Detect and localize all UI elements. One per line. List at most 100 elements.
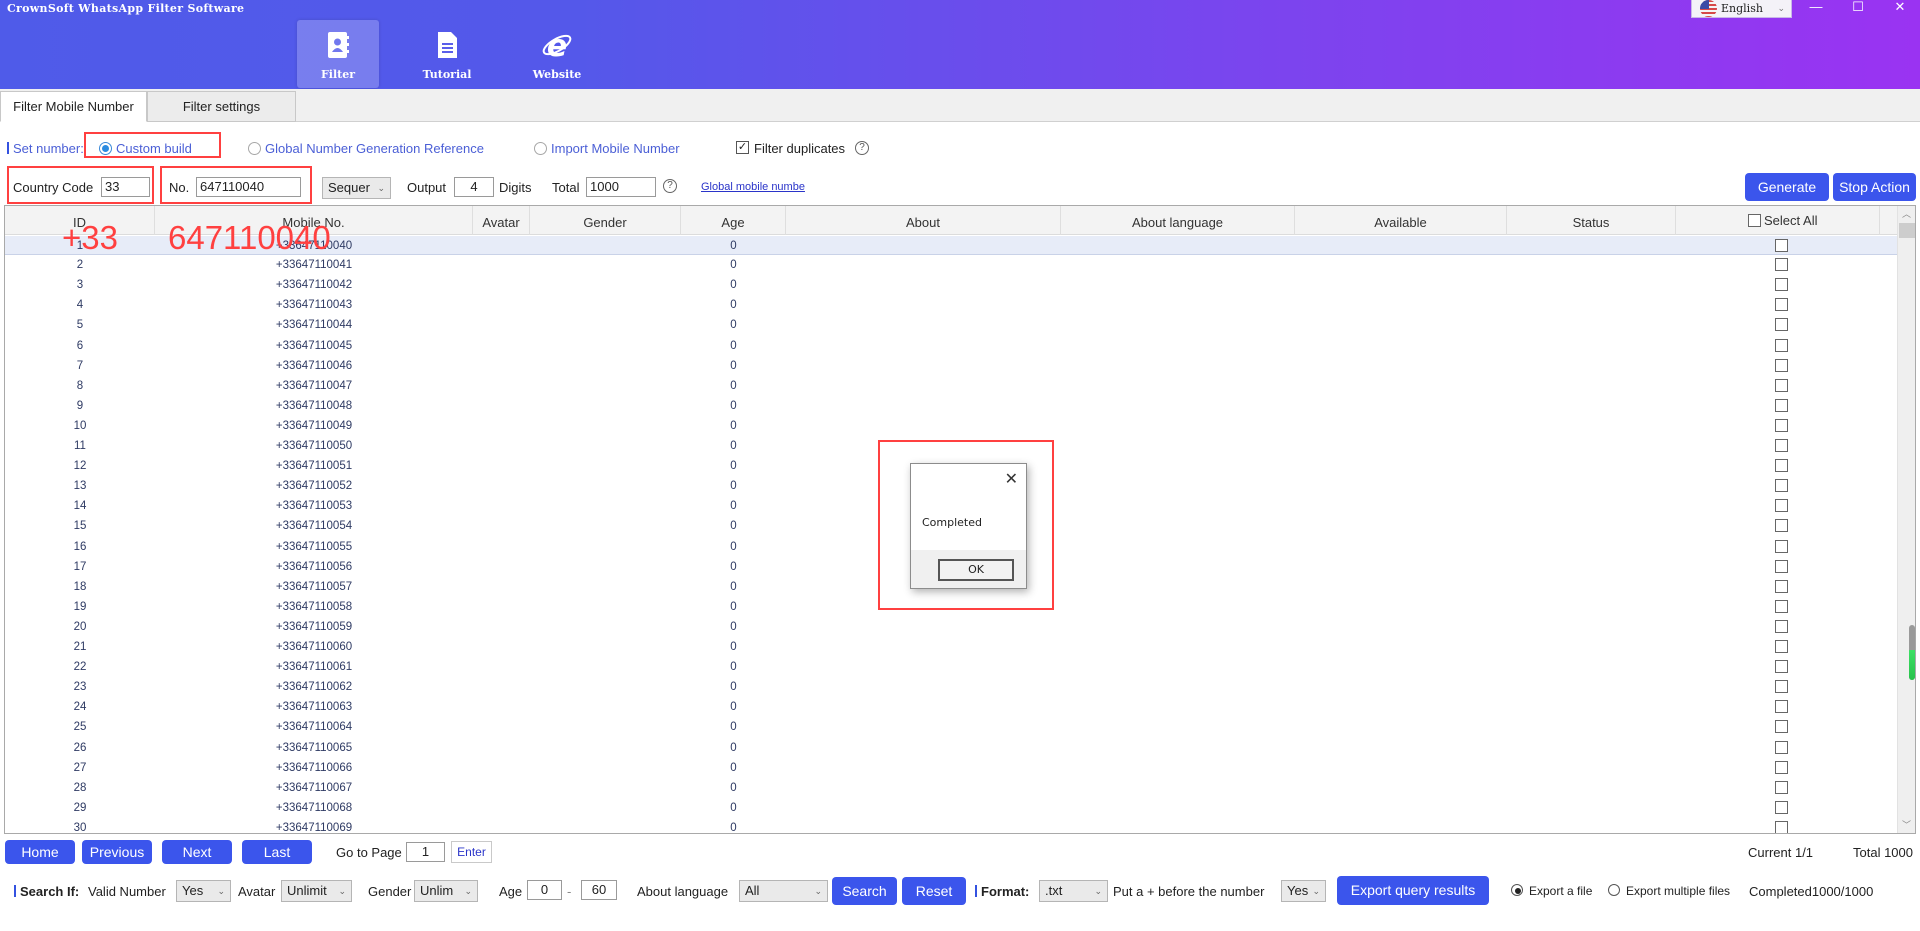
search-button[interactable]: Search — [832, 877, 897, 905]
filter-duplicates-checkbox[interactable]: ✓ — [736, 141, 749, 154]
next-button[interactable]: Next — [162, 840, 232, 864]
avatar-filter-select[interactable]: Unlimit ⌄ — [281, 880, 352, 902]
table-row[interactable]: 11 +33647110050 0 — [5, 436, 1898, 456]
radio-import-mobile-label[interactable]: Import Mobile Number — [551, 141, 680, 156]
language-select[interactable]: English ⌄ — [1691, 0, 1792, 18]
row-select-checkbox[interactable] — [1775, 599, 1788, 613]
table-row[interactable]: 20 +33647110059 0 — [5, 617, 1898, 637]
table-row[interactable]: 1 +33647110040 0 — [5, 236, 1898, 255]
row-select-checkbox[interactable] — [1775, 579, 1788, 593]
age-max-input[interactable]: 60 — [581, 880, 617, 900]
tab-filter-settings[interactable]: Filter settings — [147, 91, 296, 122]
help-icon[interactable]: ? — [855, 141, 869, 155]
country-code-input[interactable]: 33 — [101, 177, 150, 197]
row-select-checkbox[interactable] — [1775, 559, 1788, 573]
table-row[interactable]: 9 +33647110048 0 — [5, 396, 1898, 416]
export-multiple-files-label[interactable]: Export multiple files — [1626, 884, 1730, 898]
help-icon[interactable]: ? — [663, 179, 677, 193]
mode-select[interactable]: Sequer ⌄ — [322, 177, 391, 199]
plus-prefix-select[interactable]: Yes ⌄ — [1281, 880, 1326, 902]
maximize-button[interactable]: ☐ — [1837, 0, 1879, 16]
row-select-checkbox[interactable] — [1775, 358, 1788, 372]
row-select-checkbox[interactable] — [1775, 700, 1788, 714]
row-select-checkbox[interactable] — [1775, 398, 1788, 412]
row-select-checkbox[interactable] — [1775, 619, 1788, 633]
table-row[interactable]: 26 +33647110065 0 — [5, 738, 1898, 758]
table-row[interactable]: 22 +33647110061 0 — [5, 657, 1898, 677]
row-select-checkbox[interactable] — [1775, 660, 1788, 674]
row-select-checkbox[interactable] — [1775, 378, 1788, 392]
row-select-checkbox[interactable] — [1775, 640, 1788, 653]
table-row[interactable]: 8 +33647110047 0 — [5, 376, 1898, 396]
column-select-all[interactable]: Select All — [1676, 206, 1880, 235]
row-select-checkbox[interactable] — [1775, 298, 1788, 312]
row-select-checkbox[interactable] — [1775, 800, 1788, 814]
row-select-checkbox[interactable] — [1775, 499, 1788, 513]
about-language-select[interactable]: All ⌄ — [739, 880, 828, 902]
column-about-language[interactable]: About language — [1061, 206, 1295, 235]
column-status[interactable]: Status — [1507, 206, 1676, 235]
scrollbar-thumb[interactable] — [1899, 223, 1915, 238]
format-select[interactable]: .txt ⌄ — [1039, 880, 1108, 902]
radio-import-mobile[interactable] — [534, 142, 547, 155]
row-select-checkbox[interactable] — [1775, 338, 1788, 352]
table-row[interactable]: 29 +33647110068 0 — [5, 798, 1898, 818]
home-button[interactable]: Home — [5, 840, 75, 864]
row-select-checkbox[interactable] — [1775, 539, 1788, 553]
table-row[interactable]: 4 +33647110043 0 — [5, 295, 1898, 315]
row-select-checkbox[interactable] — [1775, 519, 1788, 533]
table-row[interactable]: 7 +33647110046 0 — [5, 356, 1898, 376]
table-row[interactable]: 3 +33647110042 0 — [5, 275, 1898, 295]
total-input[interactable]: 1000 — [586, 177, 656, 197]
tab-filter-mobile-number[interactable]: Filter Mobile Number — [0, 91, 147, 122]
row-select-checkbox[interactable] — [1775, 439, 1788, 452]
dialog-ok-button[interactable]: OK — [938, 559, 1014, 581]
column-id[interactable]: ID — [5, 206, 155, 235]
number-input[interactable]: 647110040 — [196, 177, 301, 197]
scroll-up-arrow-icon[interactable]: ︿ — [1898, 207, 1915, 221]
column-gender[interactable]: Gender — [530, 206, 681, 235]
nav-tutorial[interactable]: Tutorial — [406, 20, 488, 88]
table-row[interactable]: 19 +33647110058 0 — [5, 597, 1898, 617]
column-about[interactable]: About — [786, 206, 1061, 235]
row-select-checkbox[interactable] — [1775, 720, 1788, 734]
valid-number-select[interactable]: Yes ⌄ — [176, 880, 231, 902]
row-select-checkbox[interactable] — [1775, 418, 1788, 432]
nav-filter[interactable]: Filter — [297, 20, 379, 88]
row-select-checkbox[interactable] — [1775, 318, 1788, 332]
radio-custom-build[interactable] — [99, 142, 112, 155]
minimize-button[interactable]: — — [1795, 0, 1837, 16]
close-window-button[interactable]: ✕ — [1879, 0, 1920, 16]
enter-page-button[interactable]: Enter — [451, 841, 492, 863]
table-row[interactable]: 23 +33647110062 0 — [5, 677, 1898, 697]
nav-website[interactable]: e Website — [516, 20, 598, 88]
select-all-checkbox[interactable] — [1748, 214, 1761, 227]
table-row[interactable]: 30 +33647110069 0 — [5, 818, 1898, 833]
table-row[interactable]: 10 +33647110049 0 — [5, 416, 1898, 436]
radio-global-reference[interactable] — [248, 142, 261, 155]
table-row[interactable]: 24 +33647110063 0 — [5, 697, 1898, 717]
gender-filter-select[interactable]: Unlim ⌄ — [414, 880, 478, 902]
table-row[interactable]: 28 +33647110067 0 — [5, 778, 1898, 798]
table-row[interactable]: 6 +33647110045 0 — [5, 336, 1898, 356]
output-input[interactable]: 4 — [454, 177, 494, 197]
radio-global-reference-label[interactable]: Global Number Generation Reference — [265, 141, 484, 156]
radio-export-multiple-files[interactable] — [1608, 884, 1620, 896]
row-select-checkbox[interactable] — [1775, 278, 1788, 292]
vertical-scrollbar[interactable]: ︿ ﹀ — [1897, 206, 1915, 833]
table-row[interactable]: 25 +33647110064 0 — [5, 717, 1898, 737]
table-row[interactable]: 21 +33647110060 0 — [5, 637, 1898, 657]
radio-export-single-file[interactable] — [1511, 884, 1523, 896]
table-row[interactable]: 5 +33647110044 0 — [5, 315, 1898, 335]
table-row[interactable]: 27 +33647110066 0 — [5, 758, 1898, 778]
row-select-checkbox[interactable] — [1775, 760, 1788, 774]
row-select-checkbox[interactable] — [1775, 459, 1788, 473]
row-select-checkbox[interactable] — [1775, 258, 1788, 272]
column-mobile-no[interactable]: Mobile No. — [155, 206, 473, 235]
row-select-checkbox[interactable] — [1775, 239, 1788, 252]
export-single-file-label[interactable]: Export a file — [1529, 884, 1592, 898]
age-min-input[interactable]: 0 — [527, 880, 562, 900]
export-query-results-button[interactable]: Export query results — [1337, 876, 1489, 905]
column-avatar[interactable]: Avatar — [473, 206, 530, 235]
generate-button[interactable]: Generate — [1745, 173, 1829, 201]
